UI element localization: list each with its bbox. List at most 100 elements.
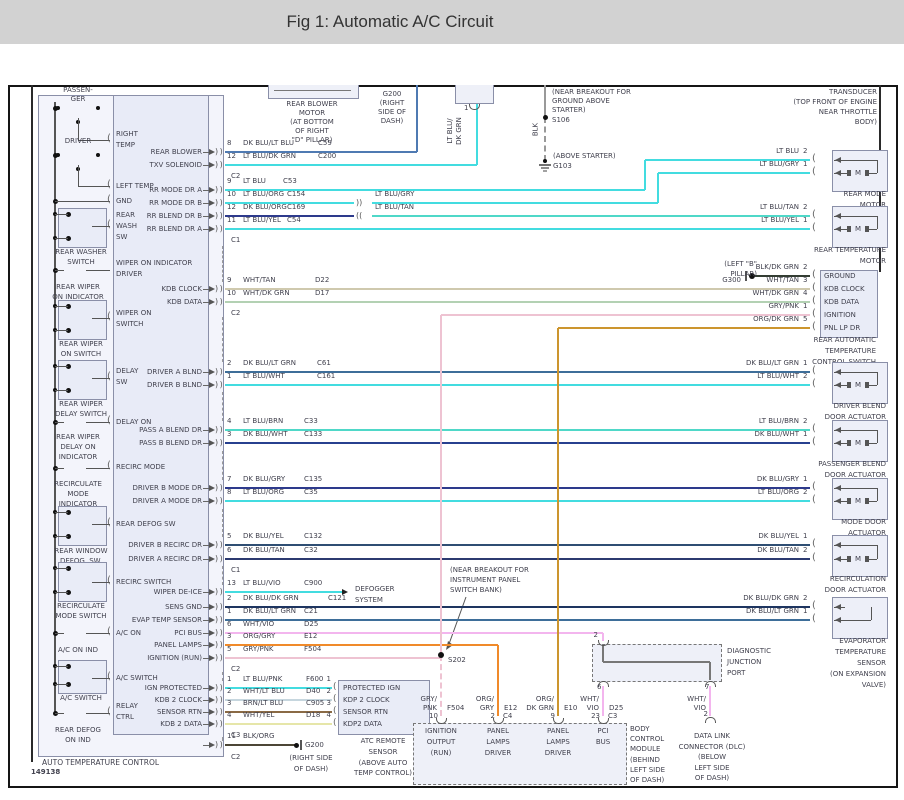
note-label: G200 [305, 741, 324, 750]
bracket-icon: ( [812, 210, 816, 219]
motor-m-label: M [855, 169, 861, 178]
pin-label: PNL LP DR [824, 324, 860, 333]
wire-color-label: DK BLU/LT GRN [243, 359, 296, 368]
connector-halves-icon: )) [215, 161, 224, 169]
junction-dot [294, 743, 299, 748]
signal-label: KDB DATA [116, 298, 202, 307]
component-label: REAR WASHER [31, 248, 131, 257]
wire-segment [225, 384, 810, 386]
wire-segment [86, 270, 110, 271]
arrow-left-icon [835, 604, 841, 610]
arrow-left-icon [835, 382, 841, 388]
note-label: (NEAR BREAKOUT FOR [450, 566, 529, 575]
wire-color-label: LT BLU/VIO [243, 579, 281, 588]
wire-segment [55, 592, 68, 593]
pin-number: 2 [227, 359, 231, 368]
wire-segment [55, 238, 68, 239]
atc-module-label: AUTO TEMPERATURE CONTROL [42, 758, 159, 767]
note-label: TRANSDUCER [757, 88, 877, 97]
pin-label: BUS [573, 738, 633, 747]
wire-color-label: BRN/LT BLU [243, 699, 283, 708]
connector-halves-icon: )) [215, 186, 224, 194]
pin-number: 2 [803, 147, 807, 156]
input-label: RECIRC MODE [116, 463, 165, 472]
wire-segment [55, 330, 68, 331]
connector-halves-icon: )) [215, 368, 224, 376]
circuit-code: C133 [304, 430, 322, 439]
wire-segment [658, 172, 810, 174]
component-label: A/C ON IND [28, 646, 128, 655]
pin-label: DRIVER [468, 749, 528, 758]
note-label: SYSTEM [355, 596, 383, 605]
wire-segment [55, 468, 64, 469]
signal-label: KDB CLOCK [116, 285, 202, 294]
pin-label: SENSOR RTN [343, 708, 388, 717]
connector-halves-icon: )) [215, 225, 224, 233]
signal-label: DRIVER B BLND [116, 381, 202, 390]
note-label: SWITCH BANK) [450, 586, 502, 595]
signal-label: KDB 2 DATA [116, 720, 202, 729]
pin-label: DRIVER [528, 749, 588, 758]
connector-halves-icon: )) [215, 148, 224, 156]
circuit-code: C53 [283, 177, 297, 186]
arrow-left-icon [835, 157, 841, 163]
wire-segment [55, 684, 68, 685]
input-label: SW [116, 233, 127, 242]
wire-color-label: GRY/PNK [243, 645, 274, 654]
wire-color-label: ORG/ [514, 695, 554, 704]
input-bracket-icon: ( [107, 518, 111, 527]
arrow-left-icon [835, 542, 841, 548]
wire-segment [55, 536, 68, 537]
circuit-code: F600 [306, 675, 323, 684]
circuit-code: C121 [328, 594, 346, 603]
note-label: S106 [552, 116, 570, 125]
pin-number: 11 [227, 216, 236, 225]
device-label: VALVE) [766, 681, 886, 690]
component-label: GER [28, 95, 128, 104]
signal-label: WIPER DE-ICE [116, 588, 202, 597]
note-label: INSTRUMENT PANEL [450, 576, 520, 585]
input-label: REAR DEFOG SW [116, 520, 176, 529]
component-label: RECIRCULATE [28, 480, 128, 489]
motor-terminal [865, 382, 869, 388]
device-label: TEMPERATURE [766, 347, 876, 356]
junction-dot [56, 106, 60, 110]
input-bracket-icon: ( [107, 416, 111, 425]
signal-label: DRIVER A MODE DR [116, 497, 202, 506]
wire-segment [55, 422, 64, 423]
motor-terminal [865, 498, 869, 504]
junction-dot [438, 652, 444, 658]
wire-segment [225, 632, 603, 634]
input-label: RECIRC SWITCH [116, 578, 171, 587]
pin-number: 2 [803, 372, 807, 381]
note-label: "D" PILLAR) [257, 136, 367, 145]
connector-halves-icon: )) [215, 588, 224, 596]
arrow-left-icon [835, 556, 841, 562]
device-label: REAR AUTOMATIC [766, 336, 876, 345]
label: DK GRN [455, 111, 464, 151]
bracket-icon: ( [812, 539, 816, 548]
component-label: INDICATOR [28, 453, 128, 462]
pin-number: 2 [803, 488, 807, 497]
wire-color-label: WHT/LT BLU [243, 687, 285, 696]
wire-color-label: ORG/DK GRN [729, 315, 799, 324]
pin-number: 6 [597, 683, 601, 692]
device-label: RECIRCULATION [766, 575, 886, 584]
wire-segment [55, 568, 68, 569]
note-label: OF DASH) [657, 774, 767, 783]
wire-segment [300, 740, 302, 750]
pin-label: KDP 2 CLOCK [343, 696, 390, 705]
arrow-left-icon [835, 170, 841, 176]
note-label: G200 [337, 90, 447, 99]
pin-number: 1 [803, 430, 807, 439]
note-label: GROUND ABOVE [552, 97, 610, 106]
motor-m-label: M [855, 381, 861, 390]
circuit-code: F504 [304, 645, 321, 654]
wire-color-label: LT BLU/YEL [729, 216, 799, 225]
circuit-code: D40 [306, 687, 320, 696]
input-label: DRIVER [116, 270, 142, 279]
input-label: WIPER ON INDICATOR [116, 259, 192, 268]
wire-segment-dashed [222, 509, 223, 537]
connector-halves-icon: )) [215, 285, 224, 293]
note-label: DATA LINK [657, 732, 767, 741]
